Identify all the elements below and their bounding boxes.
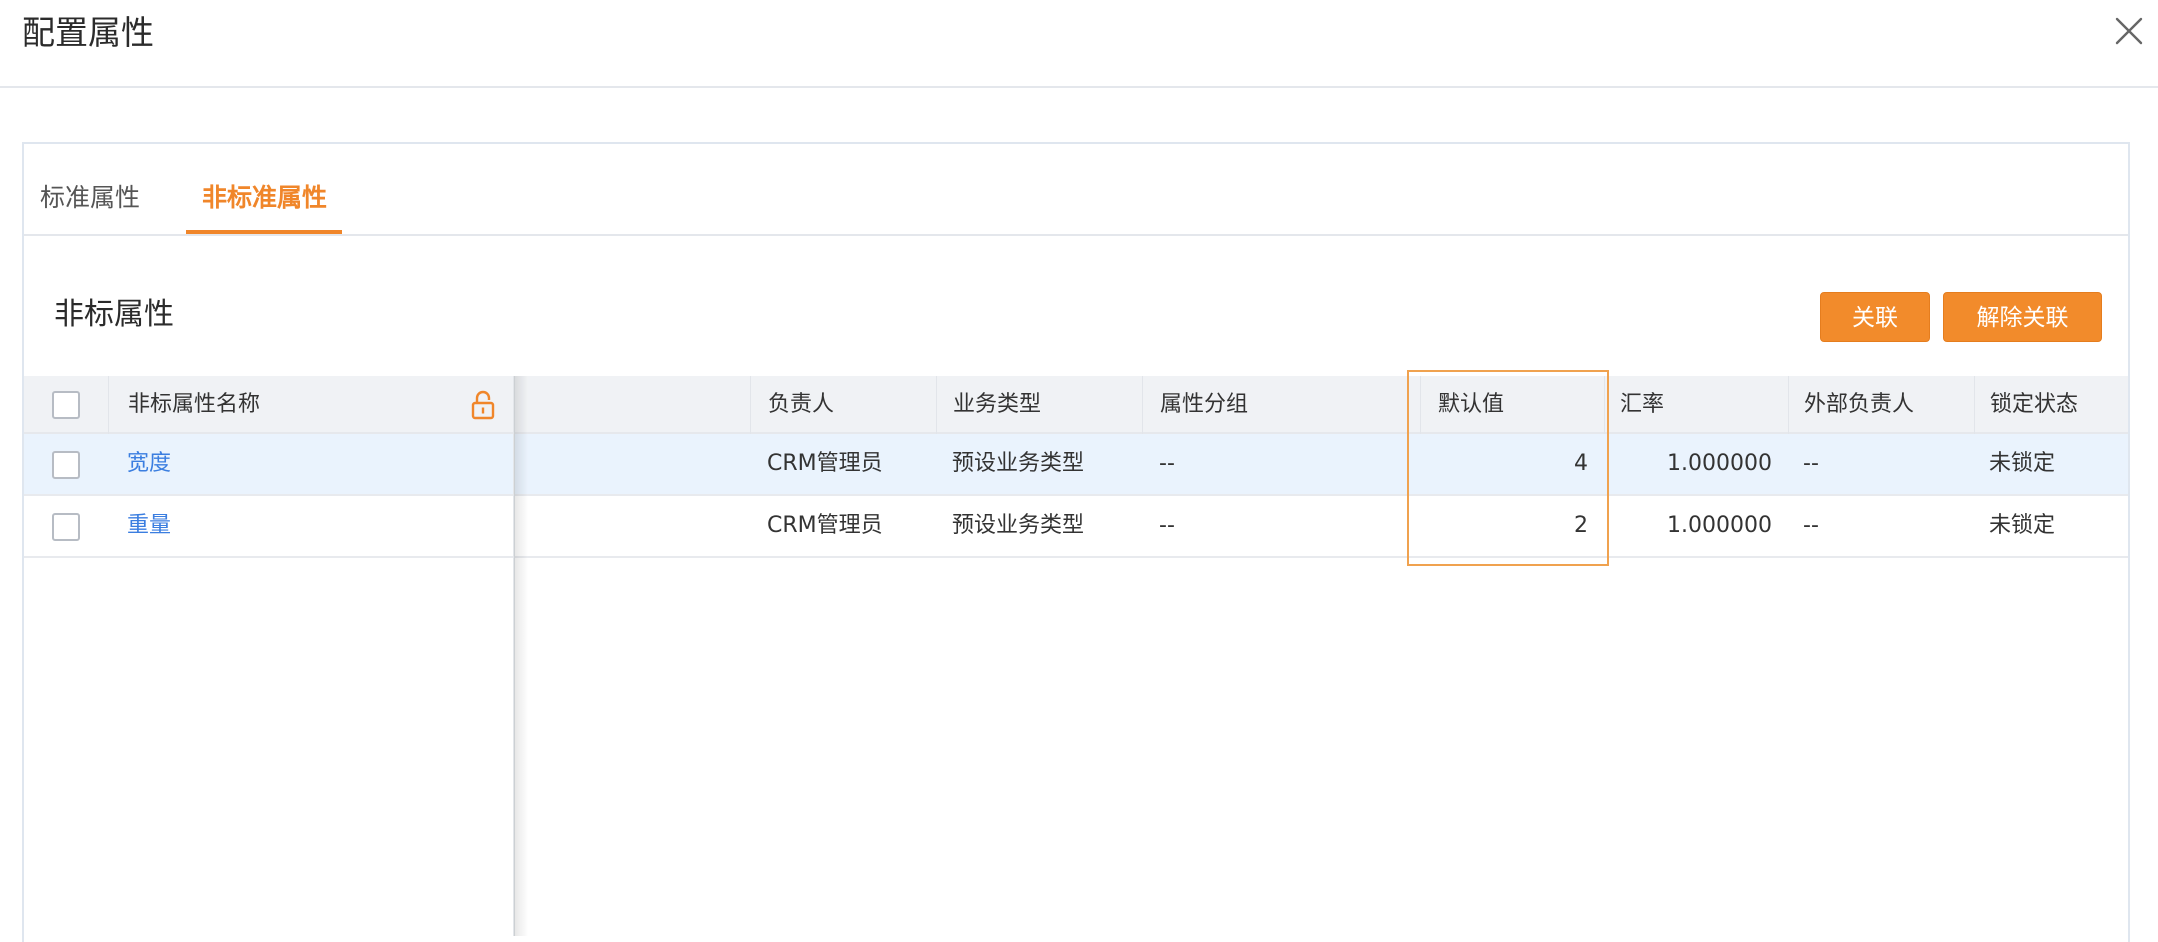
lock-status-cell: 未锁定 (1989, 451, 2056, 476)
attribute-name-link[interactable]: 重量 (127, 496, 171, 556)
table-row[interactable]: 重量 CRM管理员 预设业务类型 -- 2 1.000000 -- 未锁定 (24, 496, 2128, 558)
fixed-column-shadow (514, 376, 528, 936)
default-value-cell: 4 (1574, 451, 1588, 476)
default-value-cell: 2 (1574, 513, 1588, 538)
col-header-biz-type[interactable]: 业务类型 (953, 376, 1041, 434)
ext-owner-cell: -- (1803, 513, 1819, 538)
dialog-title: 配置属性 (22, 13, 154, 52)
row-checkbox[interactable] (52, 451, 80, 479)
column-divider (1604, 376, 1605, 434)
rate-cell: 1.000000 (1667, 513, 1772, 538)
column-divider (1142, 376, 1143, 434)
biz-type-cell: 预设业务类型 (952, 451, 1085, 476)
col-header-lock[interactable]: 锁定状态 (1990, 376, 2078, 434)
column-divider (936, 376, 937, 434)
dialog-header: 配置属性 (0, 0, 2158, 88)
table-row[interactable]: 宽度 CRM管理员 预设业务类型 -- 4 1.000000 -- 未锁定 (24, 434, 2128, 496)
owner-cell: CRM管理员 (767, 513, 883, 538)
section-title: 非标属性 (54, 297, 174, 332)
row-checkbox[interactable] (52, 513, 80, 541)
column-divider (1420, 376, 1421, 434)
col-header-default[interactable]: 默认值 (1438, 376, 1504, 434)
select-all-checkbox[interactable] (52, 391, 80, 419)
col-header-group[interactable]: 属性分组 (1160, 376, 1248, 434)
col-header-name[interactable]: 非标属性名称 (128, 376, 260, 434)
unlink-button[interactable]: 解除关联 (1943, 292, 2102, 342)
close-icon[interactable] (2112, 14, 2146, 48)
attribute-panel: 标准属性 非标准属性 非标属性 关联 解除关联 非标属性名称 负责人 业务类型 … (22, 142, 2130, 942)
col-header-rate[interactable]: 汇率 (1620, 376, 1664, 434)
tab-nonstandard-attributes[interactable]: 非标准属性 (202, 180, 327, 216)
active-tab-indicator (186, 230, 342, 234)
attribute-name-link[interactable]: 宽度 (127, 434, 171, 494)
column-divider (1974, 376, 1975, 434)
rate-cell: 1.000000 (1667, 451, 1772, 476)
owner-cell: CRM管理员 (767, 451, 883, 476)
group-cell: -- (1159, 513, 1175, 538)
column-divider (108, 376, 109, 434)
group-cell: -- (1159, 451, 1175, 476)
column-divider (1788, 376, 1789, 434)
column-divider (750, 376, 751, 434)
ext-owner-cell: -- (1803, 451, 1819, 476)
link-button[interactable]: 关联 (1820, 292, 1930, 342)
tab-standard-attributes[interactable]: 标准属性 (40, 180, 140, 216)
table-header: 非标属性名称 负责人 业务类型 属性分组 默认值 汇率 外部负责人 锁定状态 (24, 376, 2128, 434)
col-header-ext-owner[interactable]: 外部负责人 (1804, 376, 1914, 434)
lock-status-cell: 未锁定 (1989, 513, 2056, 538)
col-header-owner[interactable]: 负责人 (768, 376, 834, 434)
biz-type-cell: 预设业务类型 (952, 513, 1085, 538)
lock-icon[interactable] (470, 390, 496, 420)
tab-bar: 标准属性 非标准属性 (24, 144, 2128, 236)
